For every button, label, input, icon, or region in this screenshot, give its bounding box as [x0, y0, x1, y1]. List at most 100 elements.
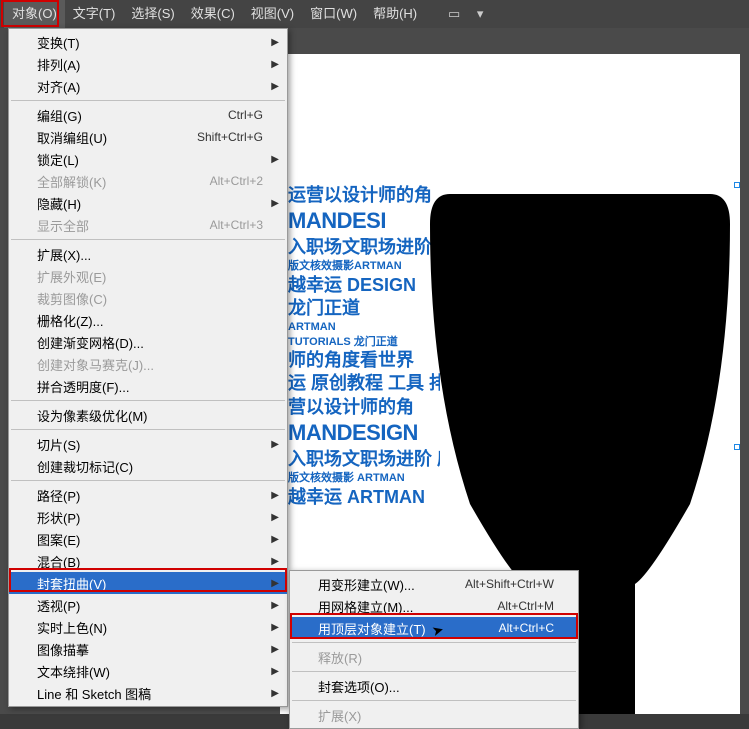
- object-menu-item[interactable]: 图案(E) ▶: [9, 528, 287, 550]
- menu-view[interactable]: 视图(V): [243, 0, 302, 28]
- object-menu-item[interactable]: 封套扭曲(V) ▶: [9, 572, 287, 594]
- menu-item-label: 栅格化(Z)...: [37, 311, 263, 330]
- menu-item-label: 路径(P): [37, 486, 263, 505]
- chevron-right-icon: ▶: [271, 622, 279, 633]
- object-menu-item[interactable]: 混合(B)▶: [9, 550, 287, 572]
- panel-icon[interactable]: ▭: [445, 6, 463, 22]
- chevron-right-icon: ▶: [271, 556, 279, 567]
- menu-item-label: 创建对象马赛克(J)...: [37, 355, 263, 374]
- object-menu-item: 全部解锁(K)Alt+Ctrl+2: [9, 170, 287, 192]
- object-menu-item[interactable]: 扩展(X)...: [9, 243, 287, 265]
- menu-separator: [11, 480, 285, 481]
- menu-item-label: 透视(P): [37, 596, 263, 615]
- object-menu-item[interactable]: 锁定(L) ▶: [9, 148, 287, 170]
- envelope-submenu-item: 扩展(X): [290, 704, 578, 726]
- menu-item-shortcut: Alt+Ctrl+3: [210, 218, 263, 232]
- selection-handle[interactable]: [734, 444, 740, 450]
- menu-item-label: 隐藏(H): [37, 194, 263, 213]
- chevron-right-icon: ▶: [271, 512, 279, 523]
- menu-item-label: 拼合透明度(F)...: [37, 377, 263, 396]
- chevron-right-icon: ▶: [271, 666, 279, 677]
- menu-item-label: 显示全部: [37, 216, 210, 235]
- chevron-right-icon: ▶: [271, 59, 279, 70]
- envelope-submenu-item[interactable]: 用变形建立(W)...Alt+Shift+Ctrl+W: [290, 573, 578, 595]
- object-menu-item: 扩展外观(E): [9, 265, 287, 287]
- object-menu-item[interactable]: 变换(T) ▶: [9, 31, 287, 53]
- object-menu-item: 裁剪图像(C): [9, 287, 287, 309]
- menu-separator: [11, 100, 285, 101]
- object-menu-item[interactable]: 形状(P) ▶: [9, 506, 287, 528]
- menu-help[interactable]: 帮助(H): [365, 0, 425, 28]
- menu-effect[interactable]: 效果(C): [183, 0, 243, 28]
- chevron-right-icon: ▶: [271, 644, 279, 655]
- menu-item-label: 文本绕排(W): [37, 662, 263, 681]
- chevron-right-icon: ▶: [271, 490, 279, 501]
- menu-item-label: 实时上色(N): [37, 618, 263, 637]
- menu-item-label: 对齐(A): [37, 77, 263, 96]
- selection-handle[interactable]: [734, 182, 740, 188]
- menu-item-shortcut: Alt+Ctrl+C: [499, 621, 554, 635]
- object-menu-item: 创建对象马赛克(J)...: [9, 353, 287, 375]
- menu-item-label: 用顶层对象建立(T): [318, 619, 499, 638]
- menubar-icons: ▭ ▾: [445, 6, 489, 22]
- object-menu-item[interactable]: Line 和 Sketch 图稿 ▶: [9, 682, 287, 704]
- object-menu-item[interactable]: 栅格化(Z)...: [9, 309, 287, 331]
- object-menu: 变换(T)▶排列(A)▶对齐(A)▶编组(G)Ctrl+G取消编组(U)Shif…: [8, 28, 288, 707]
- menu-item-label: 创建渐变网格(D)...: [37, 333, 263, 352]
- object-menu-item[interactable]: 路径(P) ▶: [9, 484, 287, 506]
- object-menu-item[interactable]: 对齐(A)▶: [9, 75, 287, 97]
- chevron-right-icon: ▶: [271, 534, 279, 545]
- menu-item-label: 全部解锁(K): [37, 172, 210, 191]
- menu-item-label: 切片(S): [37, 435, 263, 454]
- menu-type[interactable]: 文字(T): [65, 0, 124, 28]
- object-menu-item[interactable]: 创建渐变网格(D)...: [9, 331, 287, 353]
- chevron-right-icon: ▶: [271, 600, 279, 611]
- menu-item-label: 用变形建立(W)...: [318, 575, 465, 594]
- menu-item-label: Line 和 Sketch 图稿: [37, 684, 263, 703]
- menu-item-label: 排列(A): [37, 55, 263, 74]
- menu-item-label: 编组(G): [37, 106, 228, 125]
- menu-item-label: 形状(P): [37, 508, 263, 527]
- menu-item-label: 取消编组(U): [37, 128, 197, 147]
- chevron-right-icon: ▶: [271, 688, 279, 699]
- menu-item-shortcut: Shift+Ctrl+G: [197, 130, 263, 144]
- envelope-submenu-item[interactable]: 用网格建立(M)...Alt+Ctrl+M: [290, 595, 578, 617]
- object-menu-item[interactable]: 图像描摹▶: [9, 638, 287, 660]
- chevron-right-icon: ▶: [271, 37, 279, 48]
- menu-item-label: 裁剪图像(C): [37, 289, 263, 308]
- chevron-right-icon: ▶: [271, 578, 279, 589]
- menu-item-label: 锁定(L): [37, 150, 263, 169]
- menu-item-shortcut: Alt+Ctrl+2: [210, 174, 263, 188]
- menu-item-shortcut: Alt+Shift+Ctrl+W: [465, 577, 554, 591]
- object-menu-item[interactable]: 文本绕排(W) ▶: [9, 660, 287, 682]
- menu-item-label: 释放(R): [318, 648, 554, 667]
- chevron-down-icon[interactable]: ▾: [471, 6, 489, 22]
- menu-separator: [11, 429, 285, 430]
- object-menu-item[interactable]: 实时上色(N) ▶: [9, 616, 287, 638]
- object-menu-item[interactable]: 排列(A) ▶: [9, 53, 287, 75]
- menu-object[interactable]: 对象(O): [4, 0, 65, 28]
- object-menu-item[interactable]: 取消编组(U)Shift+Ctrl+G: [9, 126, 287, 148]
- chevron-right-icon: ▶: [271, 154, 279, 165]
- object-menu-item[interactable]: 隐藏(H)▶: [9, 192, 287, 214]
- menu-item-label: 设为像素级优化(M): [37, 406, 263, 425]
- menu-item-label: 变换(T): [37, 33, 263, 52]
- menu-separator: [292, 671, 576, 672]
- object-menu-item[interactable]: 编组(G)Ctrl+G: [9, 104, 287, 126]
- menu-window[interactable]: 窗口(W): [302, 0, 365, 28]
- menubar: 对象(O) 文字(T) 选择(S) 效果(C) 视图(V) 窗口(W) 帮助(H…: [0, 0, 749, 28]
- object-menu-item[interactable]: 设为像素级优化(M): [9, 404, 287, 426]
- menu-separator: [292, 700, 576, 701]
- object-menu-item[interactable]: 拼合透明度(F)...: [9, 375, 287, 397]
- envelope-submenu-item[interactable]: 封套选项(O)...: [290, 675, 578, 697]
- menu-item-label: 创建裁切标记(C): [37, 457, 263, 476]
- menu-separator: [11, 400, 285, 401]
- object-menu-item[interactable]: 切片(S)▶: [9, 433, 287, 455]
- menu-item-shortcut: Alt+Ctrl+M: [497, 599, 554, 613]
- menu-select[interactable]: 选择(S): [123, 0, 182, 28]
- object-menu-item[interactable]: 透视(P) ▶: [9, 594, 287, 616]
- menu-item-label: 图案(E): [37, 530, 263, 549]
- menu-item-label: 封套扭曲(V): [37, 574, 263, 593]
- object-menu-item[interactable]: 创建裁切标记(C): [9, 455, 287, 477]
- menu-item-label: 用网格建立(M)...: [318, 597, 497, 616]
